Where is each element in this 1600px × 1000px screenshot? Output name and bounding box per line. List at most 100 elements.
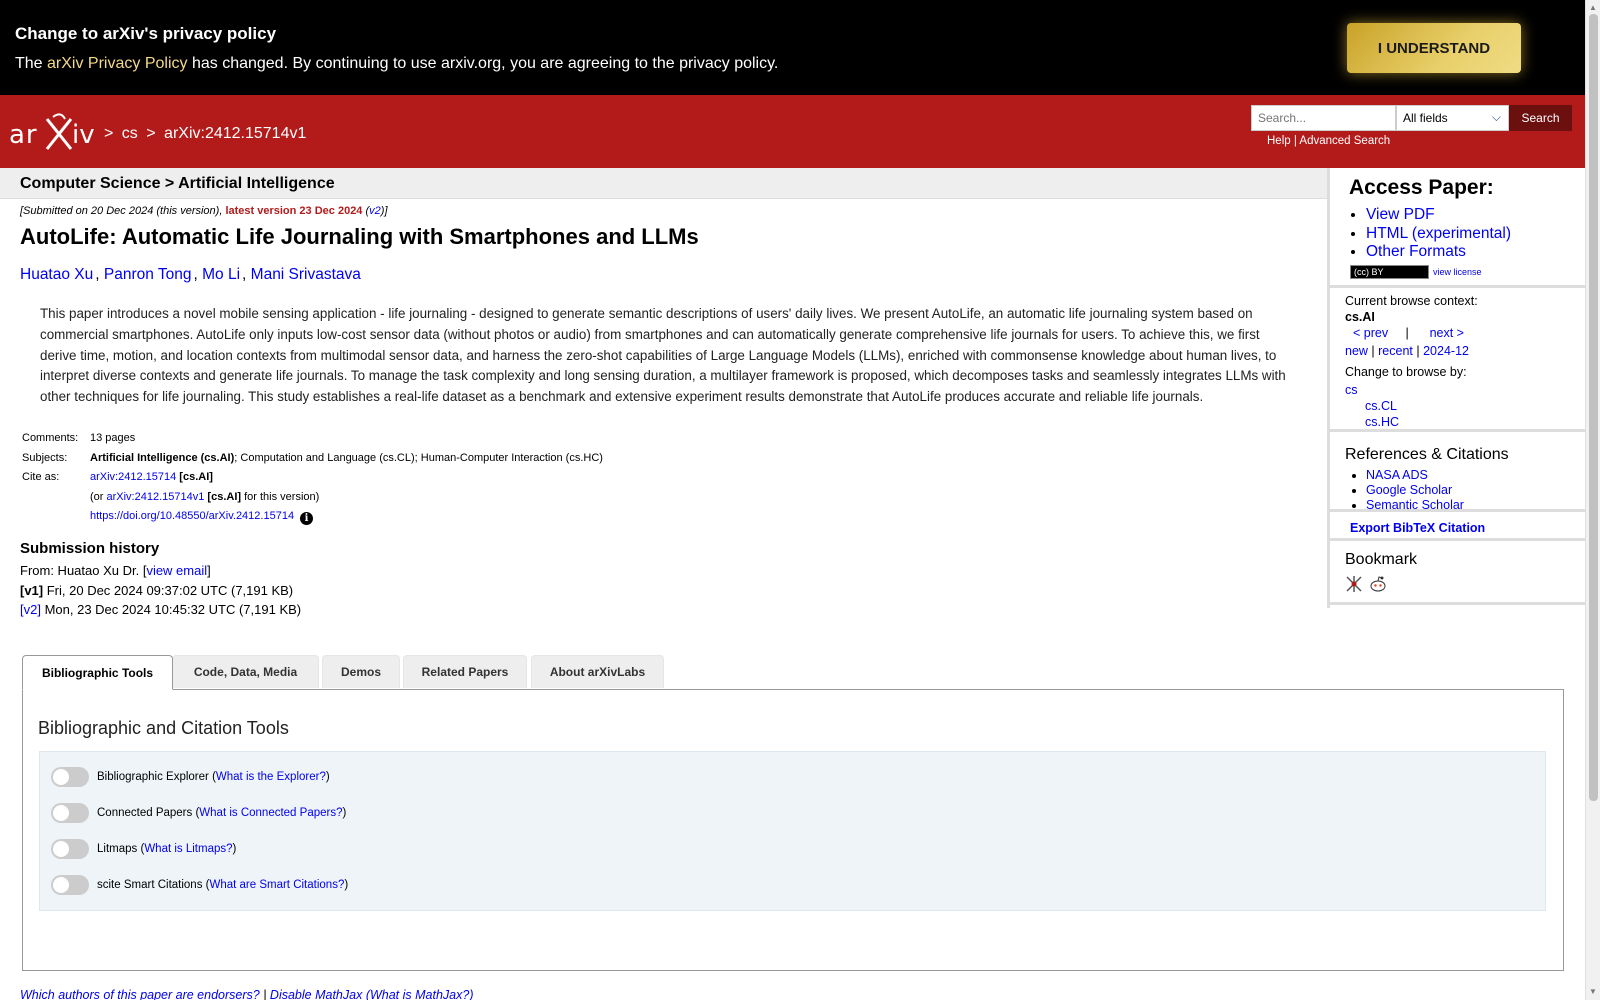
tab-related-papers[interactable]: Related Papers [403, 655, 527, 688]
semantic-scholar-link[interactable]: Semantic Scholar [1366, 498, 1464, 512]
reddit-icon[interactable] [1369, 575, 1387, 598]
new-link[interactable]: new [1345, 344, 1368, 358]
breadcrumb-sep: > [104, 125, 114, 142]
scroll-up-icon[interactable]: ▲ [1589, 3, 1597, 12]
litmaps-toggle[interactable] [51, 839, 89, 859]
tool-help-link[interactable]: What are Smart Citations? [209, 879, 344, 891]
browse-cscl-link[interactable]: cs.CL [1365, 399, 1397, 413]
tool-help-link[interactable]: What is Connected Papers? [199, 807, 342, 819]
history-title: Submission history [20, 540, 160, 557]
primary-subject: Artificial Intelligence (cs.AI) [90, 451, 235, 464]
what-is-mathjax-link[interactable]: (What is MathJax?) [366, 988, 474, 1000]
cite-version-link[interactable]: arXiv:2412.15714v1 [107, 491, 205, 503]
other-formats-link[interactable]: Other Formats [1366, 243, 1466, 260]
tool-row: Bibliographic Explorer (What is the Expl… [51, 767, 330, 787]
bibliographic-explorer-toggle[interactable] [51, 767, 89, 787]
access-links: View PDF HTML (experimental) Other Forma… [1366, 206, 1511, 262]
svg-text:iv: iv [72, 120, 95, 150]
cite-version-suffix: for this version) [241, 490, 320, 503]
site-header: ar iv > cs > arXiv:2412.15714v1 All fiel… [0, 95, 1585, 168]
search-field-select[interactable]: All fields ⌵ [1396, 105, 1509, 131]
author-link[interactable]: Panron Tong [104, 266, 192, 283]
doi-link[interactable]: https://doi.org/10.48550/arXiv.2412.1571… [90, 510, 294, 522]
history-from: From: Huatao Xu Dr. [view email] [20, 563, 301, 583]
scite-toggle[interactable] [51, 875, 89, 895]
search-field-value: All fields [1403, 111, 1448, 125]
recent-link[interactable]: recent [1378, 344, 1413, 358]
author-link[interactable]: Mani Srivastava [251, 266, 361, 283]
google-scholar-link[interactable]: Google Scholar [1366, 483, 1452, 497]
connected-papers-toggle[interactable] [51, 803, 89, 823]
bookmark-icons [1345, 575, 1389, 598]
view-license-link[interactable]: view license [1433, 267, 1482, 277]
help-link[interactable]: Help [1267, 135, 1291, 147]
browse-context: Current browse context: cs.AI < prev | n… [1345, 293, 1478, 430]
subjects-label: Subjects: [22, 451, 68, 464]
other-subjects: ; Computation and Language (cs.CL); Huma… [234, 451, 603, 464]
search-input[interactable] [1251, 105, 1396, 131]
paper-title: AutoLife: Automatic Life Journaling with… [20, 224, 699, 249]
footer-links: Which authors of this paper are endorser… [20, 988, 473, 1000]
privacy-policy-link[interactable]: arXiv Privacy Policy [47, 55, 187, 72]
tool-help-link[interactable]: What is the Explorer? [216, 771, 326, 783]
submission-date: [Submitted on 20 Dec 2024 (this version)… [20, 205, 388, 217]
v2-label-link[interactable]: [v2] [20, 602, 41, 617]
search-button[interactable]: Search [1509, 105, 1572, 131]
breadcrumb-cs[interactable]: cs [122, 125, 138, 142]
advanced-search-link[interactable]: Advanced Search [1299, 135, 1390, 147]
info-icon[interactable]: i [300, 512, 314, 525]
author-link[interactable]: Mo Li [202, 266, 240, 283]
month-link[interactable]: 2024-12 [1423, 344, 1469, 358]
export-bibtex-link[interactable]: Export BibTeX Citation [1350, 521, 1485, 535]
scrollbar-thumb[interactable] [1589, 14, 1598, 801]
author-link[interactable]: Huatao Xu [20, 266, 93, 283]
scroll-down-icon[interactable]: ▼ [1589, 987, 1597, 996]
page-scrollbar[interactable]: ▲ ▼ [1585, 0, 1600, 1000]
cite-category: [cs.AI] [179, 471, 213, 483]
prev-link[interactable]: < prev [1353, 326, 1388, 340]
view-pdf-link[interactable]: View PDF [1366, 206, 1435, 223]
breadcrumb-sep: > [146, 125, 156, 142]
arxiv-logo[interactable]: ar iv [9, 113, 101, 158]
i-understand-button[interactable]: I UNDERSTAND [1347, 23, 1521, 73]
cite-category: [cs.AI] [207, 490, 242, 503]
nasa-ads-link[interactable]: NASA ADS [1366, 468, 1428, 482]
endorsers-link[interactable]: Which authors of this paper are endorser… [20, 988, 260, 1000]
breadcrumb: > cs > arXiv:2412.15714v1 [104, 125, 310, 143]
tool-row: scite Smart Citations (What are Smart Ci… [51, 875, 348, 895]
submitted-text: [Submitted on 20 Dec 2024 (this version)… [20, 205, 226, 217]
tab-about-arxivlabs[interactable]: About arXivLabs [531, 655, 664, 688]
privacy-banner: Change to arXiv's privacy policy The arX… [0, 0, 1585, 95]
link-separator: | [1293, 135, 1297, 147]
tool-name: Connected Papers [97, 807, 193, 819]
subject-title: Computer Science > Artificial Intelligen… [20, 175, 335, 192]
cite-id-link[interactable]: arXiv:2412.15714 [90, 471, 176, 483]
next-link[interactable]: next > [1430, 326, 1464, 340]
bibsonomy-icon[interactable] [1345, 575, 1363, 598]
sidebar: Access Paper: View PDF HTML (experimenta… [1327, 168, 1585, 608]
html-experimental-link[interactable]: HTML (experimental) [1366, 225, 1511, 242]
browse-cshc-link[interactable]: cs.HC [1365, 415, 1399, 429]
tab-bibliographic-tools[interactable]: Bibliographic Tools [22, 655, 173, 690]
list-item: Semantic Scholar [1366, 498, 1464, 513]
tab-code-data-media[interactable]: Code, Data, Media [172, 655, 319, 688]
footer-separator: | [259, 988, 270, 1000]
context-label: Current browse context: [1345, 294, 1478, 308]
history-from-close: ] [207, 563, 211, 578]
view-email-link[interactable]: view email [146, 563, 207, 578]
history-v1: [v1] Fri, 20 Dec 2024 09:37:02 UTC (7,19… [20, 583, 301, 603]
v2-link[interactable]: v2 [369, 205, 381, 217]
breadcrumb-paper-id: arXiv:2412.15714v1 [164, 125, 307, 142]
tool-name: scite Smart Citations [97, 879, 203, 891]
cite-label: Cite as: [22, 471, 60, 483]
browse-cs-link[interactable]: cs [1345, 383, 1358, 397]
license: (cc) BY view license [1350, 263, 1482, 281]
list-item: NASA ADS [1366, 468, 1464, 483]
comments-label: Comments: [22, 432, 79, 444]
cite-version-value: (or arXiv:2412.15714v1 [cs.AI] for this … [90, 491, 319, 503]
list-item: HTML (experimental) [1366, 225, 1511, 244]
tab-demos[interactable]: Demos [322, 655, 400, 688]
tool-help-link[interactable]: What is Litmaps? [144, 843, 232, 855]
cc-by-license-icon[interactable]: (cc) BY [1350, 264, 1429, 279]
disable-mathjax-link[interactable]: Disable MathJax [270, 988, 362, 1000]
